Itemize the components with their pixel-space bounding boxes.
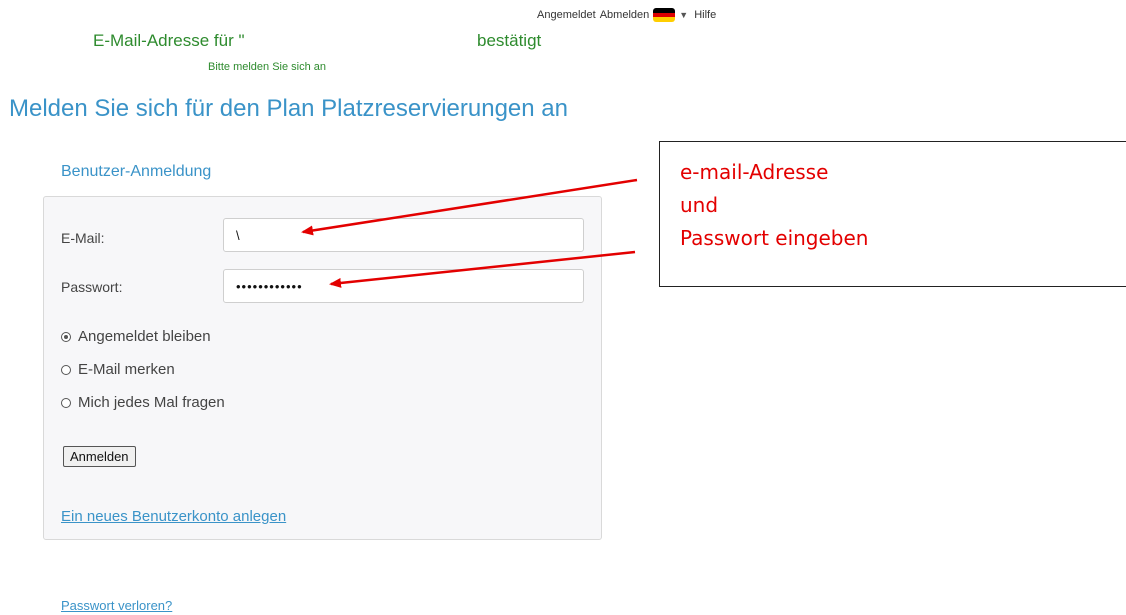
confirm-suffix: bestätigt: [477, 31, 542, 50]
annotation-line-1: e-mail-Adresse: [680, 160, 829, 184]
radio-button[interactable]: [61, 397, 71, 408]
help-link[interactable]: Hilfe: [694, 9, 716, 21]
password-label: Passwort:: [61, 279, 123, 295]
email-field[interactable]: [223, 218, 584, 252]
radio-remember-email[interactable]: E-Mail merken: [61, 361, 175, 378]
create-account-link[interactable]: Ein neues Benutzerkonto anlegen: [61, 508, 286, 525]
top-user-bar: Angemeldet Abmelden ▼ Hilfe: [537, 8, 716, 22]
radio-stay-logged-in[interactable]: Angemeldet bleiben: [61, 328, 211, 345]
lost-password-link[interactable]: Passwort verloren?: [61, 598, 172, 613]
radio-label: E-Mail merken: [78, 361, 175, 378]
signin-hint: Bitte melden Sie sich an: [208, 61, 327, 73]
annotation-line-3: Passwort eingeben: [680, 226, 869, 250]
login-button[interactable]: Anmelden: [63, 446, 136, 467]
cut-off-text: [408, 0, 498, 2]
radio-button[interactable]: [61, 364, 71, 375]
page: Angemeldet Abmelden ▼ Hilfe E-Mail-Adres…: [0, 0, 1126, 615]
radio-label: Angemeldet bleiben: [78, 328, 211, 345]
email-label: E-Mail:: [61, 230, 105, 246]
annotation-line-2: und: [680, 193, 719, 217]
german-flag-icon[interactable]: [653, 8, 676, 22]
login-panel: E-Mail: Passwort: Angemeldet bleiben E-M…: [43, 196, 602, 540]
radio-ask-every-time[interactable]: Mich jedes Mal fragen: [61, 394, 225, 411]
login-section-title: Benutzer-Anmeldung: [61, 163, 212, 180]
logged-in-label: Angemeldet: [537, 9, 596, 21]
password-field[interactable]: [223, 269, 584, 303]
annotation-callout: e-mail-Adresse und Passwort eingeben: [659, 141, 1126, 287]
chevron-down-icon[interactable]: ▼: [679, 10, 688, 20]
logout-link[interactable]: Abmelden: [600, 9, 650, 21]
email-confirmed-message: E-Mail-Adresse für " bestätigt: [93, 31, 613, 51]
confirm-prefix: E-Mail-Adresse für ": [93, 31, 245, 50]
page-title: Melden Sie sich für den Plan Platzreserv…: [9, 95, 568, 122]
radio-label: Mich jedes Mal fragen: [78, 394, 225, 411]
radio-button-checked[interactable]: [61, 331, 71, 342]
